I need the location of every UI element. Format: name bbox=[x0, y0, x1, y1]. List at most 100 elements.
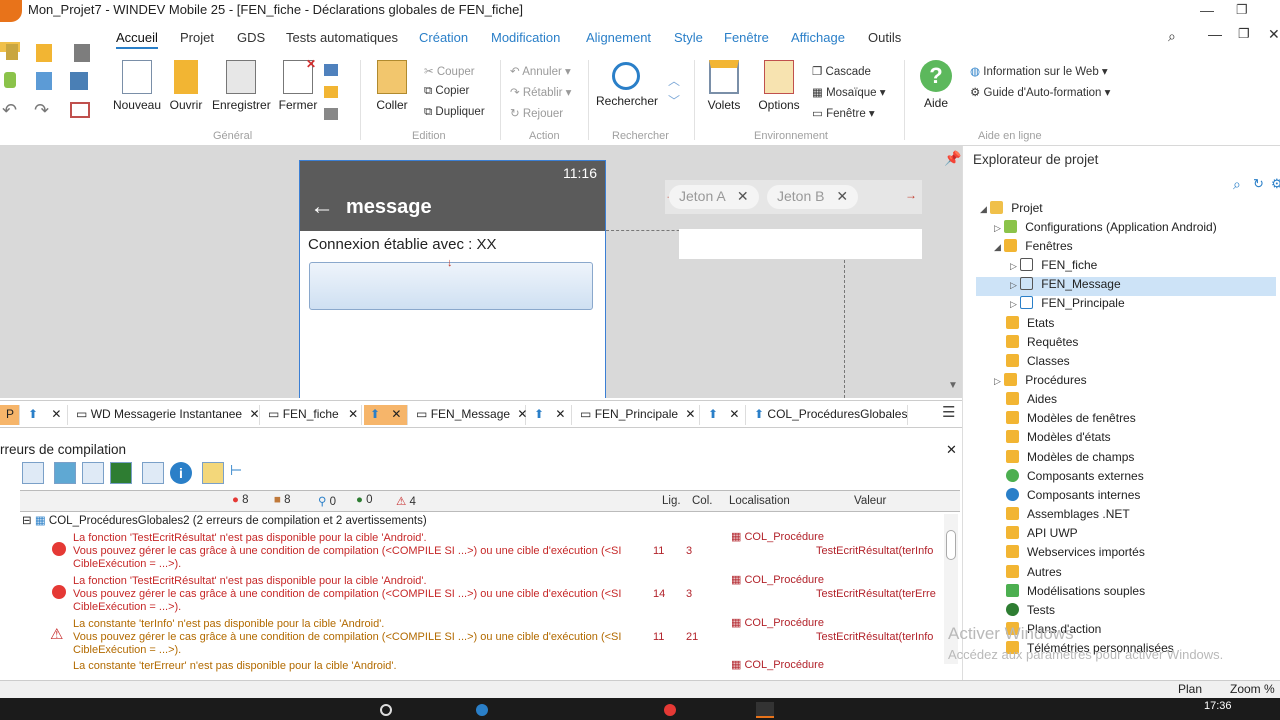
tab-code-3[interactable]: ⬆ ✕ bbox=[528, 405, 572, 425]
expand-icon[interactable]: ◢ bbox=[994, 242, 1001, 252]
minimize-icon[interactable]: — bbox=[1200, 2, 1214, 18]
refresh-icon[interactable]: ↻ bbox=[1253, 176, 1264, 192]
search-icon[interactable]: ⌕ bbox=[1233, 176, 1241, 193]
collapsed-icon[interactable]: ▷ bbox=[1010, 299, 1017, 309]
jeton-remove-icon[interactable]: ✕ bbox=[737, 188, 749, 204]
tree-node-aides[interactable]: Aides bbox=[1006, 392, 1057, 411]
tab-projet[interactable]: Projet bbox=[180, 30, 214, 45]
tree-node-procedures[interactable]: ▷ Procédures bbox=[994, 373, 1087, 392]
tree-node-tests[interactable]: Tests bbox=[1006, 603, 1055, 622]
jeton-remove-icon[interactable]: ✕ bbox=[836, 188, 848, 204]
maximize-icon[interactable]: ❐ bbox=[1236, 2, 1248, 18]
tab-fenetre[interactable]: Fenêtre bbox=[724, 30, 769, 45]
tab-col-procedures[interactable]: ⬆ COL_ProcéduresGlobales bbox=[748, 405, 908, 425]
green-count[interactable]: ● 0 bbox=[356, 494, 373, 506]
window-icon[interactable] bbox=[36, 72, 52, 90]
warning-row[interactable]: ⚠ La constante 'terInfo' n'est pas dispo… bbox=[48, 616, 938, 660]
tree-node-modelisations[interactable]: Modélisations souples bbox=[1006, 584, 1145, 603]
jeton-b[interactable]: Jeton B ✕ bbox=[767, 185, 859, 209]
fermer-button[interactable]: ✕ Fermer bbox=[278, 54, 318, 112]
close-tab-icon[interactable]: ✕ bbox=[391, 407, 401, 421]
error-count[interactable]: ● 8 bbox=[232, 494, 249, 506]
collapsed-icon[interactable]: ▷ bbox=[994, 376, 1001, 386]
tab-project[interactable]: P bbox=[0, 405, 20, 425]
tab-fen-message[interactable]: ▭ FEN_Message ✕ bbox=[410, 405, 527, 425]
tree-node-assemblages-net[interactable]: Assemblages .NET bbox=[1006, 507, 1130, 526]
filter-info-icon[interactable] bbox=[82, 462, 104, 484]
close-pane-icon[interactable]: ✕ bbox=[946, 442, 957, 458]
close-tab-icon[interactable]: ✕ bbox=[555, 407, 565, 421]
print-icon[interactable] bbox=[324, 108, 338, 120]
tab-code-2-active[interactable]: ⬆ ✕ bbox=[364, 405, 408, 425]
settings-icon[interactable]: ⚙ bbox=[1271, 176, 1280, 192]
col-col[interactable]: Col. bbox=[692, 495, 712, 507]
collapsed-icon[interactable]: ▷ bbox=[994, 223, 1001, 233]
layout-icon[interactable] bbox=[70, 102, 90, 118]
tab-modification[interactable]: Modification bbox=[491, 30, 560, 45]
dupliquer-button[interactable]: ⧉ Dupliquer bbox=[424, 106, 485, 119]
info-web-button[interactable]: ◍ Information sur le Web ▾ bbox=[970, 64, 1108, 78]
tree-node-modeles-etats[interactable]: Modèles d'états bbox=[1006, 430, 1111, 449]
retablir-button[interactable]: ↷ Rétablir ▾ bbox=[510, 85, 571, 99]
guide-button[interactable]: ⚙ Guide d'Auto-formation ▾ bbox=[970, 85, 1110, 99]
tree-node-fen-fiche[interactable]: ▷ FEN_fiche bbox=[1010, 258, 1097, 277]
error-row[interactable]: La fonction 'TestEcritRésultat' n'est pa… bbox=[48, 530, 938, 574]
col-valeur[interactable]: Valeur bbox=[854, 495, 886, 507]
rechercher-button[interactable]: Rechercher bbox=[596, 54, 658, 108]
restore-icon[interactable]: ❐ bbox=[1238, 26, 1250, 42]
tab-style[interactable]: Style bbox=[674, 30, 703, 45]
export-icon[interactable] bbox=[22, 462, 44, 484]
tab-creation[interactable]: Création bbox=[419, 30, 468, 45]
tree-node-fen-message[interactable]: ▷ FEN_Message bbox=[976, 277, 1276, 296]
tree-node-classes[interactable]: Classes bbox=[1006, 354, 1070, 373]
redo-icon[interactable]: ↷ bbox=[34, 100, 49, 121]
close-tab-icon[interactable]: ✕ bbox=[348, 407, 358, 421]
group-icon[interactable] bbox=[202, 462, 224, 484]
tree-node-autres[interactable]: Autres bbox=[1006, 565, 1062, 584]
project-icon[interactable] bbox=[6, 44, 18, 60]
scroll-down-icon[interactable]: ▼ bbox=[948, 380, 958, 391]
tree-node-composants-externes[interactable]: Composants externes bbox=[1006, 469, 1144, 488]
copier-button[interactable]: ⧉ Copier bbox=[424, 85, 469, 98]
tab-code-1[interactable]: ⬆ ✕ bbox=[22, 405, 68, 425]
save-icon[interactable] bbox=[74, 44, 90, 62]
collapsed-icon[interactable]: ▷ bbox=[1010, 261, 1017, 271]
scroll-thumb[interactable] bbox=[946, 530, 956, 560]
col-lig[interactable]: Lig. bbox=[662, 495, 681, 507]
tab-affichage[interactable]: Affichage bbox=[791, 30, 845, 45]
close-tab-icon[interactable]: ✕ bbox=[517, 407, 527, 421]
collapsed-icon[interactable]: ▷ bbox=[1010, 280, 1017, 290]
aide-button[interactable]: ? Aide bbox=[914, 54, 958, 110]
tree-node-fenetres[interactable]: ◢ Fenêtres bbox=[994, 239, 1073, 258]
phone-window-preview[interactable]: 11:16 ← message Connexion établie avec :… bbox=[299, 160, 606, 398]
windev-taskbar-icon[interactable] bbox=[756, 702, 774, 718]
tab-tests-automatiques[interactable]: Tests automatiques bbox=[286, 30, 398, 45]
info-icon[interactable]: i bbox=[170, 462, 192, 484]
close-tab-icon[interactable]: ✕ bbox=[729, 407, 739, 421]
close-icon[interactable]: ✕ bbox=[1268, 26, 1280, 43]
android-icon[interactable] bbox=[4, 72, 16, 88]
rejouer-button[interactable]: ↻ Rejouer bbox=[510, 106, 563, 120]
col-localisation[interactable]: Localisation bbox=[729, 495, 790, 507]
tree-icon[interactable]: ⊢ bbox=[230, 462, 252, 484]
options-button[interactable]: Options bbox=[756, 54, 802, 112]
tree-node-etats[interactable]: Etats bbox=[1006, 316, 1054, 335]
enregistrer-button[interactable]: Enregistrer bbox=[212, 54, 271, 112]
deploy-icon[interactable] bbox=[70, 72, 88, 90]
app-icon[interactable] bbox=[664, 704, 676, 716]
annuler-button[interactable]: ↶ Annuler ▾ bbox=[510, 64, 571, 78]
jeton-control[interactable]: → Jeton A ✕ Jeton B ✕ → bbox=[665, 180, 922, 214]
tab-alignement[interactable]: Alignement bbox=[586, 30, 651, 45]
tab-gds[interactable]: GDS bbox=[237, 30, 265, 45]
tree-node-composants-internes[interactable]: Composants internes bbox=[1006, 488, 1140, 507]
couper-button[interactable]: ✂ Couper bbox=[424, 64, 475, 78]
nouveau-button[interactable]: Nouveau bbox=[112, 54, 162, 112]
plan-indicator[interactable]: Plan bbox=[1178, 682, 1202, 696]
edge-icon[interactable] bbox=[476, 704, 488, 716]
tab-messagerie[interactable]: ▭ WD Messagerie Instantanee ✕ bbox=[70, 405, 260, 425]
pin-icon[interactable]: 📌 bbox=[944, 150, 961, 166]
volets-button[interactable]: Volets bbox=[704, 54, 744, 112]
tab-fen-fiche[interactable]: ▭ FEN_fiche ✕ bbox=[262, 405, 362, 425]
message-field[interactable]: ↓ bbox=[309, 257, 593, 310]
tree-node-configurations[interactable]: ▷ Configurations (Application Android) bbox=[994, 220, 1217, 239]
